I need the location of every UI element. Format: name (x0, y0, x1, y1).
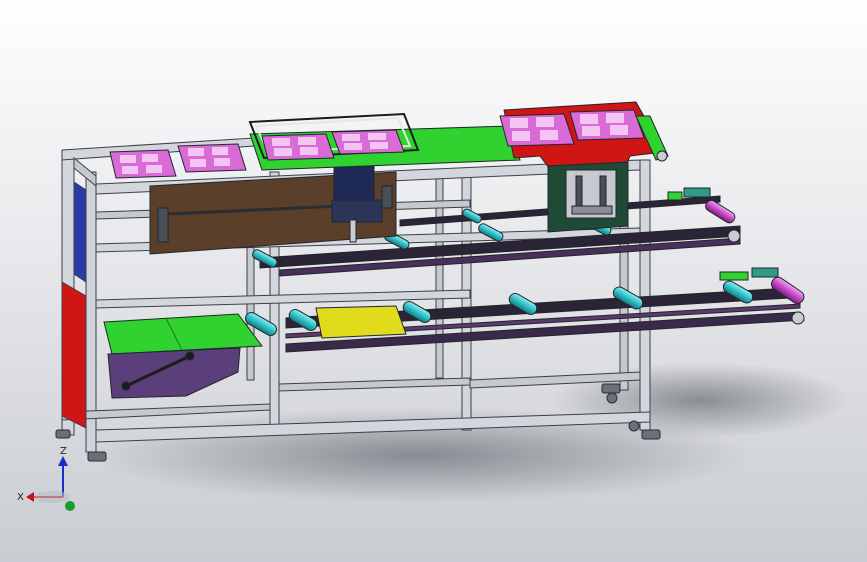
x-axis-label: X (17, 492, 24, 503)
pink-tray-2 (177, 143, 247, 173)
foot-4 (601, 383, 621, 394)
caster-1 (606, 392, 618, 404)
cylinder-left (157, 207, 169, 243)
z-axis-label: Z (60, 446, 67, 457)
lower-teal-block (751, 267, 779, 278)
cylinder-right (381, 185, 393, 209)
navy-block-lower (331, 199, 383, 223)
lower-green-block (719, 271, 749, 281)
foot-3 (641, 429, 661, 440)
pink-tray-4 (331, 129, 405, 155)
pink-tray-6 (569, 109, 645, 141)
pink-tray-1 (109, 149, 177, 179)
caster-2 (628, 420, 640, 432)
triad-base (34, 491, 70, 503)
slide-rod (349, 219, 357, 243)
foot-2 (87, 451, 107, 462)
y-axis-dot (65, 501, 75, 511)
frame-leg-front-left-2 (85, 171, 97, 453)
upper-end-cap (727, 229, 741, 243)
lower-end-cap (791, 311, 805, 325)
frame-leg-right (639, 159, 651, 431)
upper-green-block (667, 191, 683, 201)
pink-tray-3 (261, 133, 335, 161)
foot-1 (55, 429, 71, 439)
side-panel-blue (73, 181, 87, 283)
yellow-tray (315, 305, 407, 339)
upper-teal-block (683, 187, 711, 198)
pink-tray-5 (499, 113, 575, 147)
side-panel-red (61, 281, 87, 429)
cad-viewport: Z X (0, 0, 867, 562)
